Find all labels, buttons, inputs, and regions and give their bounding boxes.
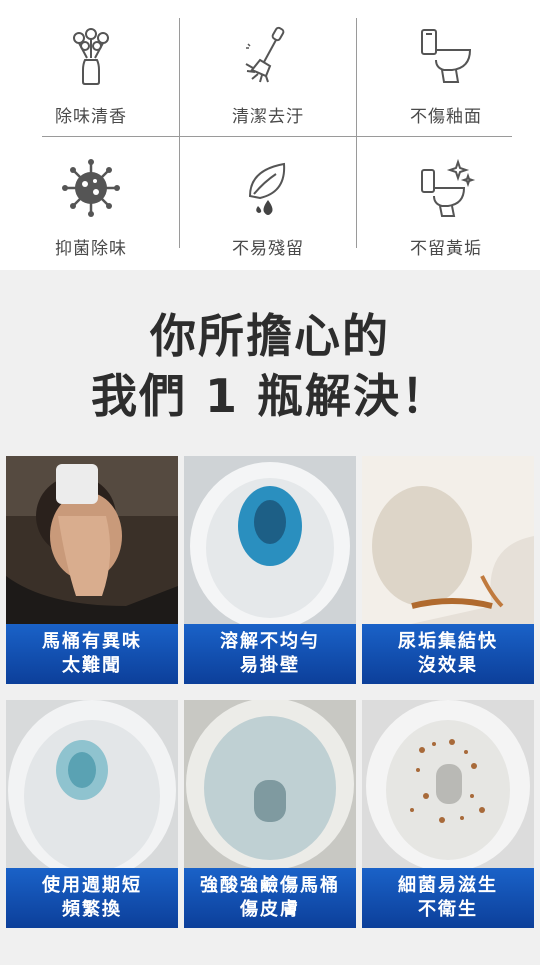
caption-line2: 沒效果 <box>418 655 478 676</box>
problem-card-urine-scale: 尿垢集結快 沒效果 <box>362 456 534 684</box>
feature-no-yellow-stains: 不留黃垢 <box>358 142 534 274</box>
caption-line1: 使用週期短 <box>42 875 142 896</box>
blue-toilet-bowl-photo <box>184 456 356 626</box>
toilet-brush-icon <box>245 26 285 83</box>
germ-icon <box>62 159 120 217</box>
caption-line1: 細菌易滋生 <box>398 875 498 896</box>
clean-toilet-bowl-photo <box>184 700 356 870</box>
problem-card-bacteria: 細菌易滋生 不衛生 <box>362 700 534 928</box>
problem-caption: 馬桶有異味 太難聞 <box>6 624 178 684</box>
problem-card-odor: 馬桶有異味 太難聞 <box>6 456 178 684</box>
feature-label: 抑菌除味 <box>55 239 127 259</box>
problem-caption: 細菌易滋生 不衛生 <box>362 868 534 928</box>
toilet-blue-block-photo <box>6 700 178 870</box>
divider <box>356 18 357 248</box>
feature-glaze-safe: 不傷釉面 <box>358 10 534 142</box>
feature-label: 除味清香 <box>55 107 127 127</box>
person-covering-nose-photo <box>6 456 178 626</box>
headline-line2: 我們 1 瓶解決！ <box>90 369 450 423</box>
flower-vase-icon <box>73 28 109 85</box>
feature-label: 不留黃垢 <box>410 239 482 259</box>
problem-caption: 尿垢集結快 沒效果 <box>362 624 534 684</box>
problem-caption: 溶解不均勻 易掛壁 <box>184 624 356 684</box>
caption-line1: 馬桶有異味 <box>42 631 142 652</box>
stained-toilet-photo <box>362 456 534 626</box>
feature-no-residue: 不易殘留 <box>180 142 356 274</box>
problem-card-uneven: 溶解不均勻 易掛壁 <box>184 456 356 684</box>
caption-line1: 尿垢集結快 <box>398 631 498 652</box>
problem-caption: 強酸強鹼傷馬桶 傷皮膚 <box>184 868 356 928</box>
caption-line2: 不衛生 <box>418 899 478 920</box>
feature-label: 不傷釉面 <box>410 107 482 127</box>
caption-line2: 太難聞 <box>62 655 122 676</box>
toilet-icon <box>421 29 472 83</box>
caption-line2: 頻繁換 <box>62 899 122 920</box>
problem-section: 你所擔心的 我們 1 瓶解決！ 馬桶有異味 太難聞 溶解不均勻 易掛壁 尿垢集結… <box>0 270 540 965</box>
dirty-toilet-bowl-photo <box>362 700 534 870</box>
headline-line1: 你所擔心的 <box>150 309 390 363</box>
features-grid: 除味清香 清潔去汙 不傷釉面 抑菌除味 不易殘留 不留黃垢 <box>0 0 540 270</box>
caption-line1: 強酸強鹼傷馬桶 <box>200 875 340 896</box>
caption-line2: 易掛壁 <box>240 655 300 676</box>
feature-deodorize: 除味清香 <box>3 10 179 142</box>
leaf-drop-icon <box>248 162 286 215</box>
problem-card-short-life: 使用週期短 頻繁換 <box>6 700 178 928</box>
caption-line1: 溶解不均勻 <box>220 631 320 652</box>
feature-cleaning: 清潔去汙 <box>180 10 356 142</box>
feature-label: 不易殘留 <box>232 239 304 259</box>
feature-antibacterial: 抑菌除味 <box>3 142 179 274</box>
sparkling-toilet-icon <box>421 158 476 217</box>
problem-caption: 使用週期短 頻繁換 <box>6 868 178 928</box>
problem-card-acid-alkali: 強酸強鹼傷馬桶 傷皮膚 <box>184 700 356 928</box>
caption-line2: 傷皮膚 <box>240 899 300 920</box>
feature-label: 清潔去汙 <box>232 107 304 127</box>
